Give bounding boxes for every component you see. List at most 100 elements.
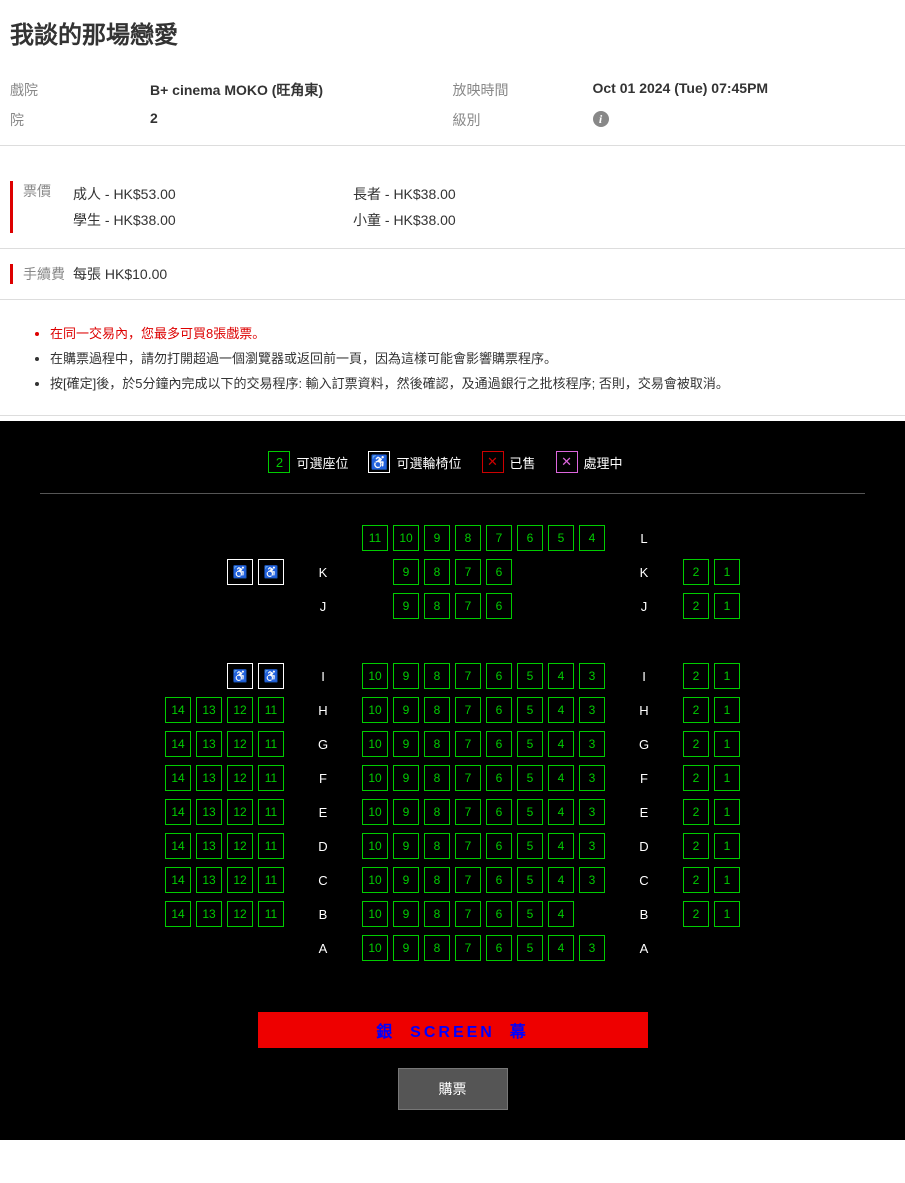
seat[interactable]: 8: [424, 559, 450, 585]
seat[interactable]: 2: [683, 833, 709, 859]
seat[interactable]: 7: [455, 765, 481, 791]
seat[interactable]: 14: [165, 799, 191, 825]
seat[interactable]: 9: [393, 833, 419, 859]
seat[interactable]: 4: [548, 901, 574, 927]
seat[interactable]: 7: [455, 799, 481, 825]
seat[interactable]: 2: [683, 697, 709, 723]
seat[interactable]: 1: [714, 663, 740, 689]
seat[interactable]: 13: [196, 833, 222, 859]
seat[interactable]: 10: [362, 867, 388, 893]
seat[interactable]: 13: [196, 731, 222, 757]
seat[interactable]: 9: [393, 935, 419, 961]
seat[interactable]: 8: [424, 935, 450, 961]
seat[interactable]: 7: [455, 833, 481, 859]
seat[interactable]: 9: [393, 559, 419, 585]
seat[interactable]: 3: [579, 697, 605, 723]
seat[interactable]: 6: [486, 731, 512, 757]
seat[interactable]: 1: [714, 697, 740, 723]
seat[interactable]: 10: [362, 901, 388, 927]
seat[interactable]: 4: [548, 833, 574, 859]
seat[interactable]: 5: [517, 935, 543, 961]
seat[interactable]: 2: [683, 867, 709, 893]
seat[interactable]: 6: [486, 799, 512, 825]
wheelchair-seat[interactable]: ♿: [227, 663, 253, 689]
seat[interactable]: 1: [714, 867, 740, 893]
seat[interactable]: 1: [714, 765, 740, 791]
seat[interactable]: 3: [579, 935, 605, 961]
seat[interactable]: 9: [393, 593, 419, 619]
seat[interactable]: 11: [258, 867, 284, 893]
seat[interactable]: 6: [486, 901, 512, 927]
seat[interactable]: 11: [258, 901, 284, 927]
seat[interactable]: 8: [424, 663, 450, 689]
seat[interactable]: 6: [486, 593, 512, 619]
seat[interactable]: 8: [455, 525, 481, 551]
seat[interactable]: 7: [455, 559, 481, 585]
seat[interactable]: 2: [683, 901, 709, 927]
wheelchair-seat[interactable]: ♿: [227, 559, 253, 585]
seat[interactable]: 6: [486, 697, 512, 723]
seat[interactable]: 5: [517, 663, 543, 689]
seat[interactable]: 5: [517, 731, 543, 757]
seat[interactable]: 2: [683, 663, 709, 689]
wheelchair-seat[interactable]: ♿: [258, 559, 284, 585]
seat[interactable]: 12: [227, 765, 253, 791]
wheelchair-seat[interactable]: ♿: [258, 663, 284, 689]
seat[interactable]: 8: [424, 901, 450, 927]
seat[interactable]: 9: [393, 901, 419, 927]
seat[interactable]: 5: [548, 525, 574, 551]
seat[interactable]: 6: [486, 833, 512, 859]
seat[interactable]: 13: [196, 765, 222, 791]
seat[interactable]: 7: [455, 935, 481, 961]
seat[interactable]: 2: [683, 765, 709, 791]
seat[interactable]: 14: [165, 731, 191, 757]
seat[interactable]: 11: [258, 765, 284, 791]
seat[interactable]: 12: [227, 697, 253, 723]
seat[interactable]: 11: [258, 731, 284, 757]
seat[interactable]: 13: [196, 697, 222, 723]
seat[interactable]: 5: [517, 833, 543, 859]
seat[interactable]: 4: [548, 867, 574, 893]
seat[interactable]: 12: [227, 799, 253, 825]
seat[interactable]: 7: [455, 697, 481, 723]
seat[interactable]: 2: [683, 799, 709, 825]
seat[interactable]: 4: [548, 731, 574, 757]
seat[interactable]: 13: [196, 901, 222, 927]
seat[interactable]: 5: [517, 867, 543, 893]
seat[interactable]: 8: [424, 799, 450, 825]
seat[interactable]: 5: [517, 765, 543, 791]
seat[interactable]: 9: [393, 663, 419, 689]
seat[interactable]: 3: [579, 867, 605, 893]
seat[interactable]: 12: [227, 731, 253, 757]
seat[interactable]: 6: [486, 663, 512, 689]
seat[interactable]: 1: [714, 799, 740, 825]
seat[interactable]: 5: [517, 799, 543, 825]
seat[interactable]: 9: [424, 525, 450, 551]
seat[interactable]: 3: [579, 663, 605, 689]
seat[interactable]: 12: [227, 901, 253, 927]
seat[interactable]: 1: [714, 901, 740, 927]
seat[interactable]: 10: [362, 731, 388, 757]
seat[interactable]: 14: [165, 833, 191, 859]
seat[interactable]: 10: [362, 935, 388, 961]
seat[interactable]: 8: [424, 833, 450, 859]
seat[interactable]: 6: [486, 765, 512, 791]
seat[interactable]: 13: [196, 799, 222, 825]
seat[interactable]: 4: [548, 799, 574, 825]
seat[interactable]: 4: [548, 935, 574, 961]
seat[interactable]: 6: [517, 525, 543, 551]
seat[interactable]: 2: [683, 593, 709, 619]
seat[interactable]: 11: [258, 799, 284, 825]
seat[interactable]: 7: [455, 593, 481, 619]
seat[interactable]: 3: [579, 765, 605, 791]
seat[interactable]: 10: [362, 799, 388, 825]
seat[interactable]: 1: [714, 559, 740, 585]
seat[interactable]: 10: [393, 525, 419, 551]
seat[interactable]: 12: [227, 867, 253, 893]
seat[interactable]: 11: [258, 697, 284, 723]
seat[interactable]: 14: [165, 867, 191, 893]
seat[interactable]: 9: [393, 799, 419, 825]
seat[interactable]: 9: [393, 697, 419, 723]
seat[interactable]: 10: [362, 833, 388, 859]
seat[interactable]: 6: [486, 559, 512, 585]
